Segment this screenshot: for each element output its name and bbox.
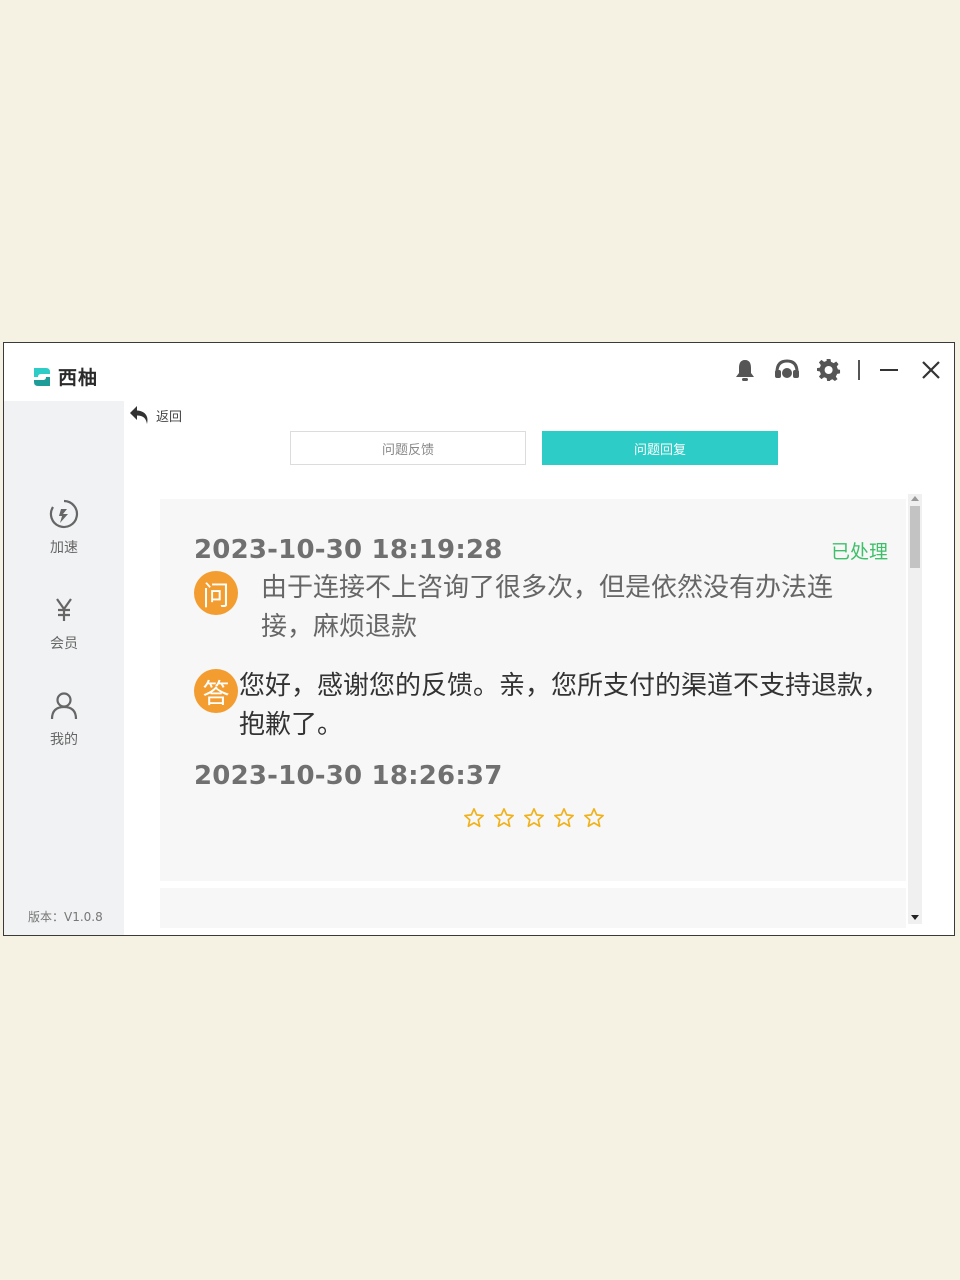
star-icon[interactable] [583, 807, 605, 829]
status-badge: 已处理 [830, 541, 888, 563]
window-controls [732, 357, 944, 383]
app-window: 西柚 加速 会员 我的 版本：V1.0.8 返回 问题反馈 问题回复 2023-… [3, 342, 955, 936]
toolbar-separator [858, 360, 860, 380]
brand-name: 西柚 [58, 367, 99, 389]
ticket-card: 2023-10-30 18:19:28 已处理 问 由于连接不上咨询了很多次，但… [160, 499, 906, 881]
scroll-up-arrow[interactable] [911, 496, 919, 501]
scrollbar[interactable] [908, 494, 922, 924]
main-content: 返回 问题反馈 问题回复 2023-10-30 18:19:28 已处理 问 由… [124, 401, 954, 935]
tab-reply[interactable]: 问题回复 [542, 431, 778, 465]
version-label: 版本：V1.0.8 [28, 910, 103, 924]
back-arrow-icon [130, 406, 148, 424]
bell-icon[interactable] [732, 357, 758, 383]
question-badge: 问 [194, 571, 238, 615]
sidebar-item-mine[interactable]: 我的 [4, 689, 124, 749]
user-icon [50, 692, 78, 720]
answer-badge: 答 [194, 669, 238, 713]
star-icon[interactable] [523, 807, 545, 829]
title-bar: 西柚 [4, 343, 954, 401]
star-icon[interactable] [463, 807, 485, 829]
star-icon[interactable] [493, 807, 515, 829]
rating-stars [463, 807, 605, 829]
scrollbar-thumb[interactable] [910, 506, 920, 568]
back-button[interactable]: 返回 [128, 403, 182, 427]
sidebar-item-speed[interactable]: 加速 [4, 497, 124, 557]
minimize-icon[interactable] [876, 357, 902, 383]
logo-icon [34, 367, 50, 386]
back-label: 返回 [156, 409, 183, 425]
app-logo: 西柚 [30, 363, 98, 390]
question-timestamp: 2023-10-30 18:19:28 [194, 535, 503, 565]
sidebar: 加速 会员 我的 版本：V1.0.8 [4, 401, 124, 935]
gear-icon[interactable] [816, 357, 842, 383]
answer-text: 您好，感谢您的反馈。亲，您所支付的渠道不支持退款，抱歉了。 [239, 671, 890, 740]
sidebar-item-vip[interactable]: 会员 [4, 593, 124, 653]
yen-icon [56, 598, 72, 621]
scroll-down-arrow[interactable] [911, 915, 919, 920]
headset-icon[interactable] [774, 357, 800, 383]
star-icon[interactable] [553, 807, 575, 829]
question-text: 由于连接不上咨询了很多次，但是依然没有办法连接，麻烦退款 [261, 573, 834, 642]
tab-feedback[interactable]: 问题反馈 [290, 431, 526, 465]
sidebar-item-label: 加速 [50, 540, 78, 556]
sidebar-item-label: 会员 [50, 636, 78, 652]
answer-timestamp: 2023-10-30 18:26:37 [194, 761, 503, 791]
close-icon[interactable] [918, 357, 944, 383]
sidebar-item-label: 我的 [50, 732, 78, 748]
ticket-card-next [160, 888, 906, 928]
speed-icon [49, 499, 79, 529]
